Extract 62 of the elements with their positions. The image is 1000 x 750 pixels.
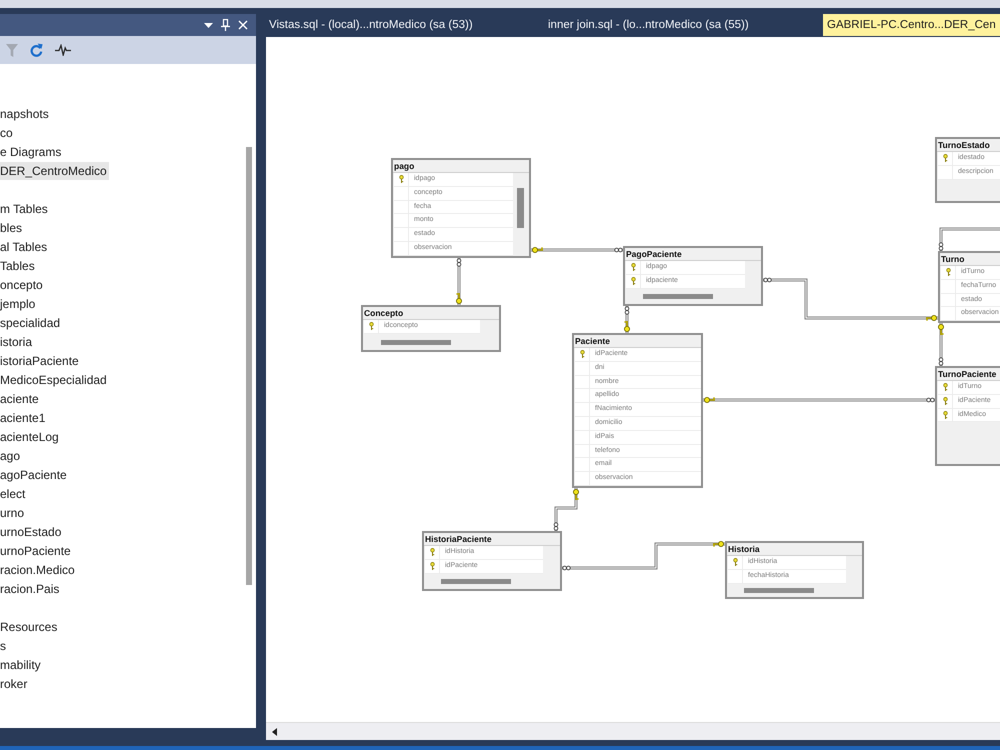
tree-item[interactable]: Tables — [0, 256, 37, 274]
key-icon — [704, 396, 716, 403]
tree-item[interactable]: aciente — [0, 390, 41, 408]
tree-item[interactable]: ago — [0, 446, 22, 464]
tree-item[interactable]: urnoEstado — [0, 522, 64, 540]
refresh-icon[interactable] — [30, 43, 43, 57]
key-icon — [573, 489, 580, 501]
tree-item[interactable]: urnoPaciente — [0, 542, 73, 560]
tree-item[interactable]: DER_CentroMedico — [0, 162, 109, 180]
tree-item[interactable]: oncepto — [0, 276, 45, 294]
infinity-icon — [554, 522, 558, 531]
key-icon — [938, 324, 944, 336]
scrollbar-thumb[interactable] — [517, 188, 524, 228]
key-icon — [712, 541, 724, 548]
tree-item[interactable]: istoria — [0, 332, 34, 350]
tree-item[interactable]: agoPaciente — [0, 466, 69, 484]
tree-item[interactable]: mability — [0, 656, 43, 674]
tree-item[interactable]: racion.Pais — [0, 580, 62, 598]
scrollbar-thumb[interactable] — [744, 588, 814, 593]
key-icon — [925, 315, 937, 322]
scrollbar-thumb[interactable] — [246, 147, 252, 585]
infinity-icon — [456, 258, 462, 267]
tree-item[interactable]: roker — [0, 674, 30, 692]
infinity-icon — [763, 278, 772, 282]
tree-item[interactable]: al Tables — [0, 238, 50, 256]
scroll-left-icon[interactable] — [272, 728, 277, 736]
key-icon — [624, 320, 630, 332]
scrollbar[interactable] — [266, 722, 1000, 740]
infinity-icon — [938, 242, 944, 251]
scrollbar-thumb[interactable] — [643, 294, 713, 299]
tree-item[interactable]: aciente1 — [0, 408, 48, 426]
tree-item[interactable]: racion.Medico — [0, 560, 77, 578]
caret-icon[interactable] — [204, 22, 213, 28]
infinity-icon — [624, 306, 630, 315]
scrollbar-thumb[interactable] — [441, 579, 511, 584]
tree-item[interactable]: acienteLog — [0, 428, 61, 446]
tree-item[interactable]: elect — [0, 484, 28, 502]
tree-item[interactable]: MedicoEspecialidad — [0, 370, 109, 388]
tree-item[interactable]: co — [0, 124, 15, 142]
document-tab[interactable]: inner join.sql - (lo...ntroMedico (sa (55)) — [544, 14, 823, 36]
tree-item[interactable]: urno — [0, 504, 26, 522]
pulse-icon[interactable] — [55, 44, 71, 56]
infinity-icon — [614, 248, 623, 252]
tree-item[interactable]: specialidad — [0, 314, 62, 332]
infinity-icon — [926, 398, 935, 402]
tree-item[interactable]: Resources — [0, 618, 60, 636]
tree-item[interactable]: e Diagrams — [0, 142, 64, 160]
close-icon[interactable] — [238, 20, 248, 30]
infinity-icon — [938, 357, 944, 366]
key-icon — [532, 246, 544, 253]
tree-item[interactable]: napshots — [0, 104, 51, 122]
tree-item[interactable]: jemplo — [0, 294, 38, 312]
infinity-icon — [562, 566, 571, 570]
pin-icon[interactable] — [221, 19, 230, 31]
document-tab[interactable]: Vistas.sql - (local)...ntroMedico (sa (53)) — [265, 14, 544, 36]
tree-item[interactable]: istoriaPaciente — [0, 352, 81, 370]
tree-item[interactable]: m Tables — [0, 200, 50, 218]
scrollbar-thumb[interactable] — [381, 340, 451, 345]
tree-item[interactable]: s — [0, 636, 8, 654]
tree-item[interactable]: bles — [0, 218, 24, 236]
key-icon — [456, 292, 462, 304]
document-tab[interactable]: GABRIEL-PC.Centro...DER_Cen — [823, 14, 1000, 36]
